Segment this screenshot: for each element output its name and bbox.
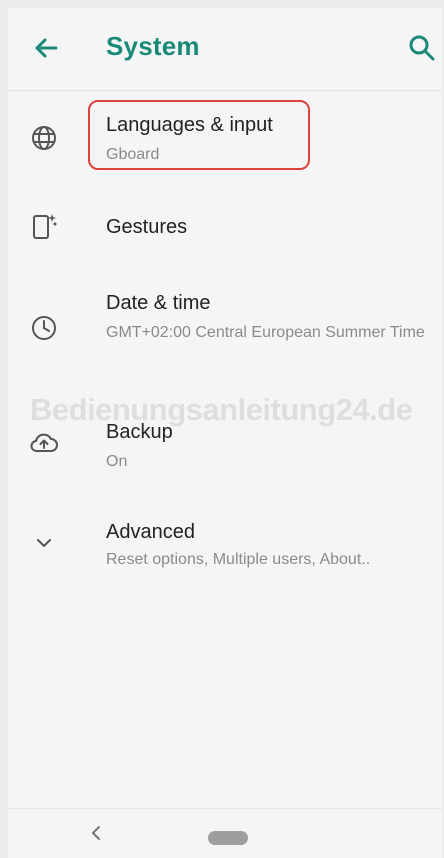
- watermark: Bedienungsanleitung24.de: [30, 392, 413, 427]
- setting-item-advanced[interactable]: Advanced Reset options, Multiple users, …: [8, 503, 442, 583]
- chevron-down-icon: [28, 527, 60, 559]
- nav-back-icon: [92, 826, 100, 840]
- setting-label: Gestures: [106, 216, 188, 238]
- setting-summary: Reset options, Multiple users, About..: [106, 551, 371, 568]
- setting-summary: GMT+02:00 Central European Summer Time: [106, 324, 425, 341]
- page-title: System: [106, 31, 200, 61]
- setting-item-gestures[interactable]: Gestures: [8, 196, 442, 256]
- cloud-upload-icon: [28, 427, 60, 459]
- globe-icon: [28, 122, 60, 154]
- clock-icon: [28, 312, 60, 344]
- settings-screen: System Languages & input Gboard Gestures…: [8, 8, 442, 858]
- setting-label: Date & time: [106, 292, 211, 314]
- setting-label: Advanced: [106, 521, 195, 543]
- phone-gesture-icon: [28, 210, 60, 242]
- nav-back-button[interactable]: [86, 823, 106, 843]
- back-button[interactable]: [28, 30, 64, 66]
- navigation-bar: [8, 808, 442, 858]
- search-button[interactable]: [404, 30, 440, 66]
- home-pill-icon[interactable]: [208, 831, 248, 845]
- arrow-left-icon: [35, 38, 58, 58]
- setting-item-date-time[interactable]: Date & time GMT+02:00 Central European S…: [8, 276, 442, 376]
- app-bar: System: [8, 8, 442, 91]
- setting-summary: On: [106, 453, 128, 470]
- search-icon: [409, 35, 435, 61]
- highlight-box: [88, 100, 310, 170]
